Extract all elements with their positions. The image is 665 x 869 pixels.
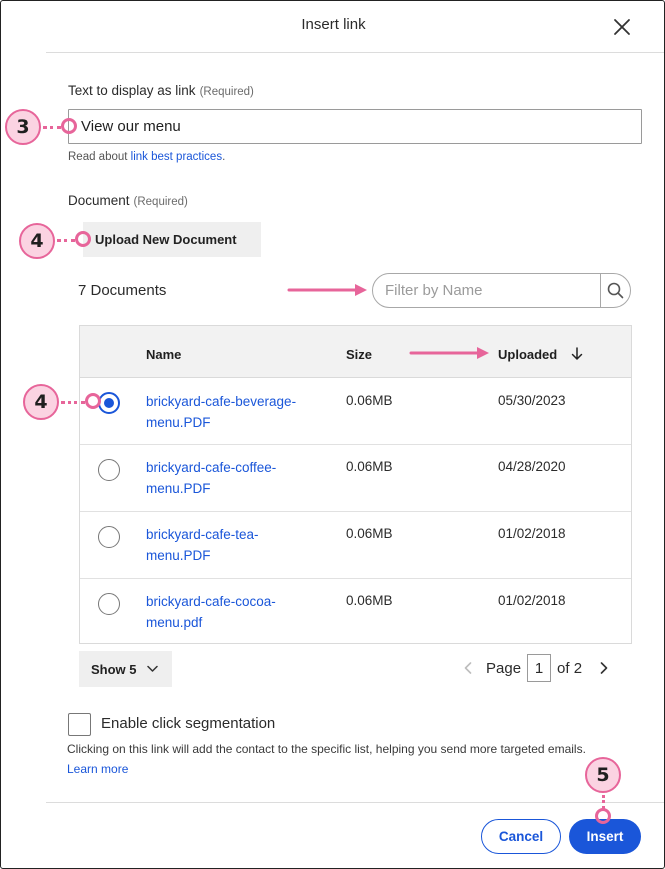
documents-table: Name Size Uploaded brickyard-cafe-bevera… [79, 325, 632, 644]
callout-connector [61, 401, 85, 404]
file-name-link[interactable]: brickyard-cafe-cocoa- menu.pdf [146, 591, 326, 633]
file-name-link[interactable]: brickyard-cafe-tea- menu.PDF [146, 524, 326, 566]
step-badge-3: 3 [5, 109, 41, 145]
file-size: 0.06MB [346, 526, 393, 541]
click-segmentation-label: Enable click segmentation [101, 715, 276, 732]
row-radio[interactable] [98, 459, 120, 481]
link-text-helper: Read about link best practices. [68, 151, 225, 163]
arrow-down-icon [571, 347, 583, 360]
callout-target-ring [85, 393, 101, 409]
file-name-line: brickyard-cafe-tea- [146, 527, 259, 542]
footer-divider [46, 802, 664, 803]
callout-target-ring [595, 808, 611, 824]
page-label: Page [486, 659, 522, 677]
step-badge-4-upload: 4 [19, 223, 55, 259]
document-required: (Required) [133, 196, 188, 208]
page-total: of 2 [557, 659, 583, 677]
close-button[interactable] [609, 14, 635, 40]
table-header: Name Size Uploaded [80, 326, 631, 378]
pagination: Page 1 of 2 [456, 653, 616, 683]
step-badge-4-select: 4 [23, 384, 59, 420]
click-segmentation-checkbox[interactable] [68, 713, 91, 736]
dialog-title: Insert link [301, 16, 366, 33]
file-size: 0.06MB [346, 593, 393, 608]
search-icon [607, 282, 624, 299]
document-label: Document (Required) [68, 193, 188, 208]
learn-more-link[interactable]: Learn more [67, 762, 128, 776]
column-header-size[interactable]: Size [346, 347, 372, 362]
next-page-button[interactable] [592, 656, 616, 680]
file-name-line: menu.pdf [146, 615, 203, 630]
chevron-right-icon [600, 662, 608, 674]
file-uploaded-date: 05/30/2023 [498, 393, 566, 408]
file-name-line: brickyard-cafe-beverage- [146, 394, 297, 409]
click-segmentation-description: Clicking on this link will add the conta… [67, 742, 586, 756]
link-text-required: (Required) [199, 86, 254, 98]
arrow-right-icon [287, 284, 367, 296]
page-size-label: Show 5 [91, 661, 137, 677]
file-name-line: menu.PDF [146, 415, 211, 430]
link-text-label-text: Text to display as link [68, 83, 196, 98]
previous-page-button[interactable] [456, 656, 480, 680]
file-uploaded-date: 01/02/2018 [498, 593, 566, 608]
table-row[interactable]: brickyard-cafe-coffee- menu.PDF 0.06MB 0… [80, 445, 631, 512]
document-label-text: Document [68, 193, 130, 208]
file-size: 0.06MB [346, 459, 393, 474]
table-row[interactable]: brickyard-cafe-tea- menu.PDF 0.06MB 01/0… [80, 512, 631, 579]
insert-link-dialog: Insert link Text to display as link (Requ… [0, 0, 665, 869]
file-name-line: menu.PDF [146, 481, 211, 496]
header-divider [46, 52, 664, 53]
upload-new-document-button[interactable]: Upload New Document [83, 222, 261, 257]
callout-connector [57, 239, 75, 242]
file-name-link[interactable]: brickyard-cafe-coffee- menu.PDF [146, 457, 326, 499]
row-radio[interactable] [98, 526, 120, 548]
row-radio[interactable] [98, 593, 120, 615]
page-size-dropdown[interactable]: Show 5 [79, 651, 172, 687]
table-row[interactable]: brickyard-cafe-cocoa- menu.pdf 0.06MB 01… [80, 579, 631, 646]
insert-button[interactable]: Insert [569, 819, 641, 854]
file-size: 0.06MB [346, 393, 393, 408]
callout-connector [602, 795, 605, 809]
column-header-uploaded-label: Uploaded [498, 347, 558, 362]
link-best-practices-link[interactable]: link best practices [131, 151, 222, 163]
step-badge-5: 5 [585, 757, 621, 793]
file-name-link[interactable]: brickyard-cafe-beverage- menu.PDF [146, 391, 326, 433]
filter-by-name-field [372, 273, 631, 308]
file-name-line: menu.PDF [146, 548, 211, 563]
callout-target-ring [61, 118, 77, 134]
current-page-input[interactable]: 1 [527, 654, 552, 682]
file-name-line: brickyard-cafe-coffee- [146, 460, 277, 475]
helper-prefix: Read about [68, 151, 131, 163]
arrow-right-icon [409, 347, 489, 359]
link-text-input[interactable] [68, 109, 642, 144]
link-text-label: Text to display as link (Required) [68, 83, 254, 98]
file-uploaded-date: 04/28/2020 [498, 459, 566, 474]
filter-by-name-input[interactable] [373, 274, 600, 307]
callout-target-ring [75, 231, 91, 247]
cancel-button[interactable]: Cancel [481, 819, 561, 854]
chevron-down-icon [146, 665, 158, 672]
helper-suffix: . [222, 151, 226, 163]
search-button[interactable] [600, 274, 630, 307]
file-name-line: brickyard-cafe-cocoa- [146, 594, 276, 609]
callout-connector [43, 126, 61, 129]
documents-count: 7 Documents [78, 282, 167, 299]
table-row[interactable]: brickyard-cafe-beverage- menu.PDF 0.06MB… [80, 378, 631, 445]
close-icon [614, 19, 630, 35]
column-header-name[interactable]: Name [146, 347, 181, 362]
column-header-uploaded[interactable]: Uploaded [498, 347, 583, 362]
chevron-left-icon [464, 662, 472, 674]
file-uploaded-date: 01/02/2018 [498, 526, 566, 541]
row-radio-selected[interactable] [98, 392, 120, 414]
